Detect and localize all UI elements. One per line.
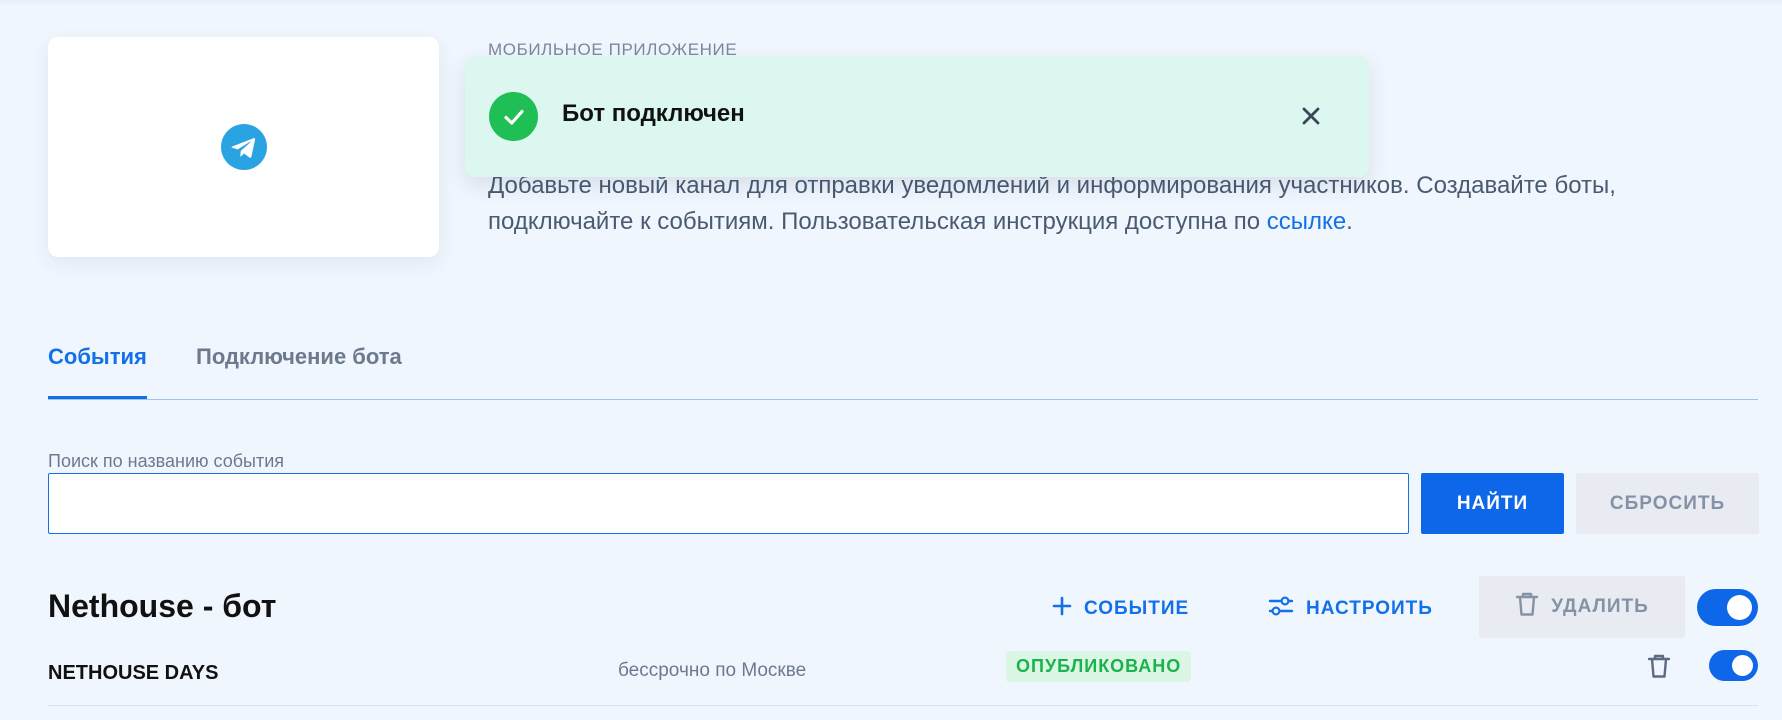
event-row: NETHOUSE DAYS бессрочно по Москве ОПУБЛИ… (48, 640, 1758, 706)
find-button[interactable]: НАЙТИ (1421, 473, 1564, 534)
bot-enabled-toggle[interactable] (1697, 589, 1758, 626)
tab-bar: События Подключение бота (48, 320, 1758, 400)
reset-button[interactable]: СБРОСИТЬ (1576, 473, 1759, 534)
top-shadow (0, 0, 1782, 6)
delete-label: УДАЛИТЬ (1551, 596, 1649, 617)
description-end: . (1346, 208, 1353, 235)
bot-logo-card (48, 37, 439, 257)
event-date: бессрочно по Москве (618, 660, 807, 681)
close-icon[interactable] (1291, 96, 1331, 136)
search-label: Поиск по названию события (48, 451, 285, 471)
delete-bot-button[interactable]: УДАЛИТЬ (1479, 576, 1685, 638)
telegram-icon (220, 124, 267, 170)
add-event-label: СОБЫТИЕ (1084, 598, 1190, 619)
tab-events[interactable]: События (48, 344, 147, 370)
active-tab-indicator (48, 396, 147, 399)
configure-button[interactable]: НАСТРОИТЬ (1268, 594, 1433, 624)
add-event-button[interactable]: СОБЫТИЕ (1052, 594, 1189, 624)
event-name: NETHOUSE DAYS (48, 662, 219, 684)
success-toast: Бот подключен (465, 56, 1369, 177)
status-badge: ОПУБЛИКОВАНО (1006, 651, 1192, 682)
sliders-icon (1268, 595, 1294, 623)
plus-icon (1052, 596, 1072, 622)
tab-bot-connection[interactable]: Подключение бота (196, 344, 402, 370)
event-enabled-toggle[interactable] (1709, 650, 1758, 681)
description-text: Добавьте новый канал для отправки уведом… (488, 172, 1616, 235)
configure-label: НАСТРОИТЬ (1306, 598, 1433, 619)
trash-icon (1515, 591, 1539, 623)
search-input[interactable] (48, 473, 1409, 534)
bot-title: Nethouse - бот (48, 588, 277, 624)
instruction-link[interactable]: ссылке (1267, 208, 1346, 235)
check-circle-icon (489, 92, 538, 141)
toast-message: Бот подключен (562, 100, 745, 127)
trash-icon[interactable] (1647, 653, 1671, 684)
channel-description: Добавьте новый канал для отправки уведом… (488, 168, 1728, 240)
